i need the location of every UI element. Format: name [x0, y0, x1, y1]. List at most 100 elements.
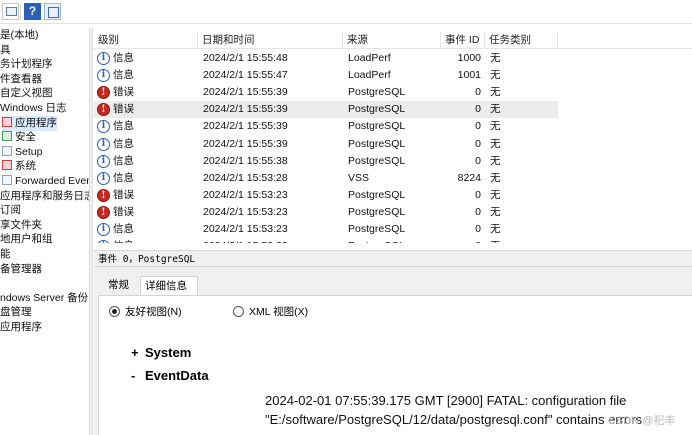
- event-id-cell: 0: [475, 120, 481, 133]
- friendly-view-radio[interactable]: 友好视图(N): [109, 304, 219, 320]
- tree-item[interactable]: 具: [0, 43, 11, 58]
- error-icon: !: [97, 86, 110, 100]
- tree-item[interactable]: Setup: [2, 145, 42, 160]
- tab-general[interactable]: 常规: [104, 276, 138, 295]
- event-row[interactable]: i 信息 2024/2/1 15:53:28 VSS 8224 无: [94, 170, 558, 187]
- tree-item-label: Forwarded Even: [15, 175, 89, 187]
- column-header-task-category[interactable]: 任务类别: [485, 32, 558, 49]
- event-id-cell: 0: [475, 154, 481, 167]
- tree-item[interactable]: 应用程序: [2, 115, 57, 131]
- tree-item[interactable]: Windows 日志: [0, 101, 67, 116]
- action-pane-icon[interactable]: [44, 3, 61, 20]
- task-category-cell: 无: [490, 238, 550, 243]
- datetime-cell: 2024/2/1 15:55:39: [203, 137, 288, 150]
- expand-icon: +: [131, 345, 139, 360]
- task-category-cell: 无: [490, 205, 501, 218]
- event-row[interactable]: ! 错误 2024/2/1 15:55:39 PostgreSQL 0 无: [94, 84, 558, 101]
- level-cell: 信息: [113, 120, 134, 133]
- tree-item[interactable]: 享文件夹: [0, 218, 42, 233]
- event-id-cell: 8224: [457, 171, 481, 184]
- tree-item-label: 自定义视图: [0, 87, 53, 100]
- help-icon[interactable]: ?: [24, 3, 41, 20]
- datetime-cell: 2024/2/1 15:55:39: [203, 120, 288, 133]
- tab-details[interactable]: 详细信息: [140, 276, 198, 295]
- event-row[interactable]: ! 错误 2024/2/1 15:53:23 PostgreSQL 0 无: [94, 187, 558, 204]
- tree-item[interactable]: 应用程序: [0, 320, 42, 335]
- task-category-cell: 无: [490, 120, 501, 133]
- friendly-view-content: + System - EventData 2024-02-01 07:55:39.1…: [117, 340, 692, 435]
- radio-unchecked-icon: [233, 306, 244, 317]
- datetime-cell: 2024/2/1 15:53:23: [203, 238, 343, 243]
- column-header-level[interactable]: 级别: [94, 32, 198, 49]
- details-tab-body: 友好视图(N) XML 视图(X) + System - EventData 202…: [98, 295, 692, 435]
- tree-item[interactable]: 自定义视图: [0, 86, 53, 101]
- event-id-cell: 1001: [457, 69, 481, 82]
- event-row[interactable]: ! 错误 2024/2/1 15:55:39 PostgreSQL 0 无: [94, 101, 558, 119]
- datetime-cell: 2024/2/1 15:55:48: [203, 52, 288, 64]
- source-cell: PostgreSQL: [348, 86, 406, 99]
- info-icon: i: [97, 154, 110, 168]
- datetime-cell: 2024/2/1 15:53:28: [203, 171, 288, 184]
- source-cell: PostgreSQL: [348, 137, 406, 150]
- xml-view-label: XML 视图(X): [249, 306, 309, 318]
- level-cell: 信息: [113, 69, 134, 82]
- level-cell: 错误: [113, 86, 134, 99]
- tree-item[interactable]: 应用程序和服务日志: [0, 189, 89, 204]
- event-row[interactable]: i信息2024/2/1 15:53:23PostgreSQL0无: [94, 221, 558, 238]
- tree-item-label: 享文件夹: [0, 218, 42, 231]
- error-icon: !: [97, 188, 110, 202]
- tree-item[interactable]: 安全: [2, 130, 36, 145]
- section-system-label: System: [145, 345, 192, 360]
- tree-item-label: Setup: [15, 145, 43, 158]
- info-icon: i: [97, 120, 110, 134]
- event-row[interactable]: i信息2024/2/1 15:53:23PostgreSQL0无: [94, 238, 558, 243]
- event-list: 级别 日期和时间 来源 事件 ID 任务类别 i 信息 2024/2/1 15:55…: [94, 28, 692, 243]
- datetime-cell: 2024/2/1 15:53:23: [203, 205, 288, 218]
- tree-item-label: 订阅: [0, 204, 21, 217]
- log-icon: [2, 131, 12, 142]
- column-header-event-id[interactable]: 事件 ID: [441, 32, 485, 49]
- tree-item[interactable]: 件查看器: [0, 72, 42, 87]
- level-cell: 信息: [113, 154, 134, 167]
- event-row[interactable]: i 信息 2024/2/1 15:55:38 PostgreSQL 0 无: [94, 153, 558, 170]
- section-system[interactable]: + System: [131, 345, 191, 360]
- task-category-cell: 无: [490, 171, 501, 184]
- tree-item[interactable]: 备管理器: [0, 262, 42, 277]
- event-row[interactable]: ! 错误 2024/2/1 15:53:23 PostgreSQL 0 无: [94, 204, 558, 221]
- info-icon: i: [97, 240, 110, 243]
- tree-item[interactable]: 务计划程序: [0, 57, 53, 72]
- show-hide-tree-icon[interactable]: [2, 3, 19, 20]
- tree-item-label: 盘管理: [0, 306, 32, 319]
- pane-splitter[interactable]: [89, 28, 93, 435]
- task-category-cell: 无: [490, 52, 501, 64]
- tree-item[interactable]: 能: [0, 247, 11, 262]
- tree-item-label: Windows 日志: [0, 102, 67, 114]
- toolbar-separator: [20, 4, 21, 20]
- tree-item-label: 是(本地): [0, 29, 39, 41]
- section-eventdata[interactable]: - EventData: [131, 368, 209, 383]
- column-header-datetime[interactable]: 日期和时间: [198, 32, 343, 49]
- task-category-cell: 无: [490, 154, 501, 167]
- tree-item-label: 系统: [15, 160, 36, 173]
- tree-item-label: 件查看器: [0, 72, 42, 85]
- tree-item[interactable]: 系统: [2, 159, 36, 174]
- tree-item-label: 备管理器: [0, 262, 42, 275]
- event-id-cell: 0: [475, 103, 481, 116]
- event-row[interactable]: i 信息 2024/2/1 15:55:39 PostgreSQL 0 无: [94, 136, 558, 153]
- event-list-header: 级别 日期和时间 来源 事件 ID 任务类别: [94, 32, 692, 49]
- tree-item[interactable]: 地用户和组: [0, 232, 53, 247]
- xml-view-radio[interactable]: XML 视图(X): [233, 304, 343, 320]
- tree-item[interactable]: 是(本地): [0, 28, 39, 43]
- level-cell: 信息: [113, 171, 134, 184]
- friendly-view-label: 友好视图(N): [125, 306, 182, 318]
- column-header-source[interactable]: 来源: [343, 32, 441, 49]
- tree-item[interactable]: Forwarded Even: [2, 174, 89, 189]
- tree-item[interactable]: 盘管理: [0, 305, 32, 320]
- tree-item-label: ndows Server 备份: [0, 291, 89, 304]
- event-row[interactable]: i 信息 2024/2/1 15:55:39 PostgreSQL 0 无: [94, 118, 558, 135]
- tree-item[interactable]: 订阅: [0, 203, 21, 218]
- event-row[interactable]: i 信息 2024/2/1 15:55:48 LoadPerf 1000 无: [94, 50, 558, 67]
- event-row[interactable]: i 信息 2024/2/1 15:55:47 LoadPerf 1001 无: [94, 67, 558, 84]
- event-id-cell: 0: [441, 238, 481, 243]
- tree-item[interactable]: ndows Server 备份: [0, 291, 88, 306]
